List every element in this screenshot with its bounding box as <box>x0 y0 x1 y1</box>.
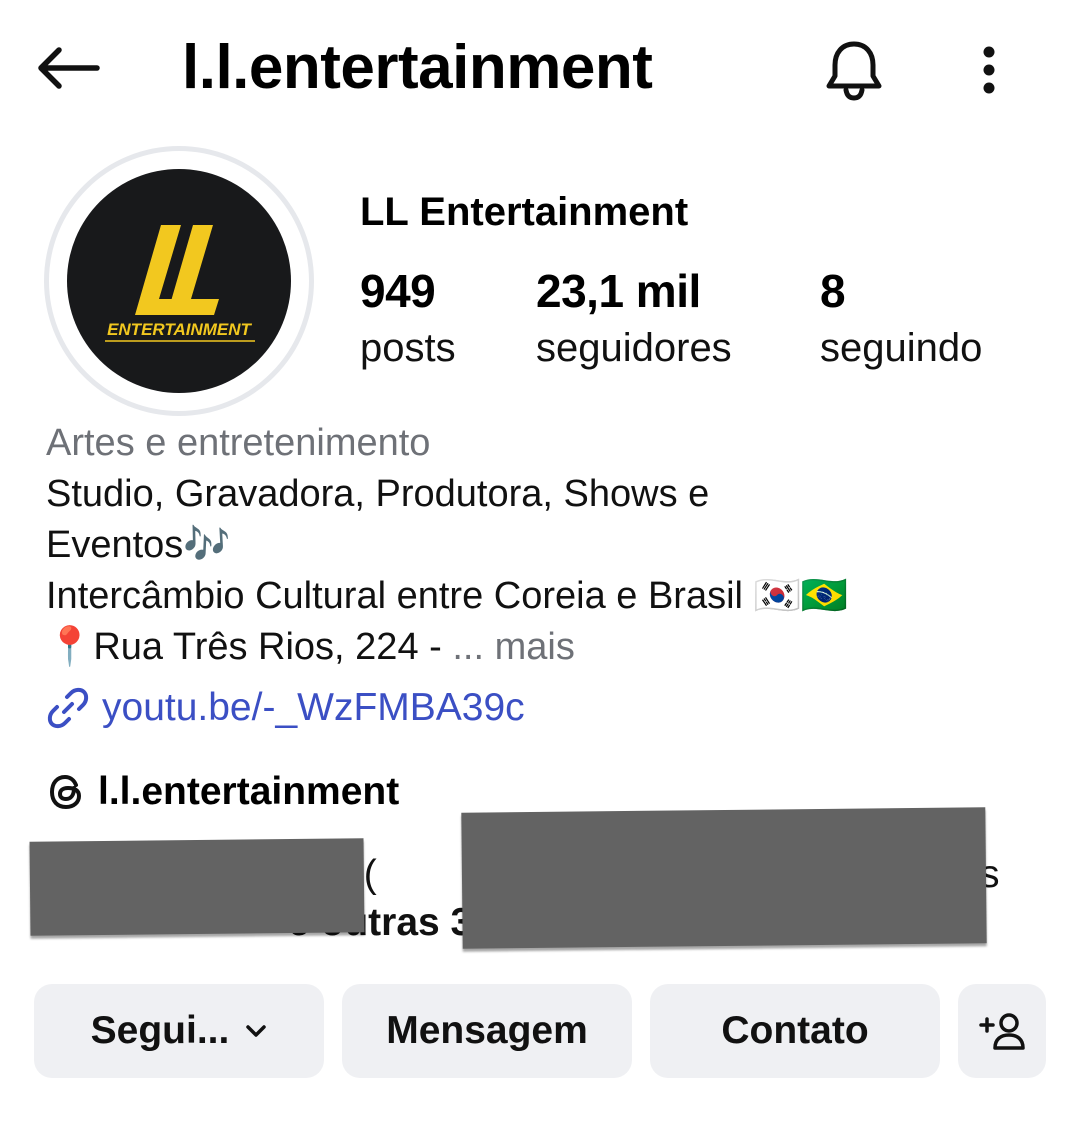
chevron-down-icon <box>245 1024 267 1038</box>
threads-icon <box>46 771 88 813</box>
bio: Artes e entretenimento Studio, Gravadora… <box>46 418 1046 673</box>
bio-line: Studio, Gravadora, Produtora, Shows e <box>46 473 710 515</box>
bell-icon <box>826 41 882 101</box>
threads-badge[interactable]: l.l.entertainment <box>46 766 399 818</box>
stat-posts[interactable]: 949 posts <box>360 262 456 376</box>
bio-line: Intercâmbio Cultural entre Coreia e Bras… <box>46 575 849 617</box>
logo-text: ENTERTAINMENT <box>107 320 252 339</box>
profile-display-name: LL Entertainment <box>360 190 689 234</box>
notifications-button[interactable] <box>816 36 892 104</box>
top-bar: l.l.entertainment <box>0 0 1080 140</box>
add-person-icon <box>979 1013 1025 1050</box>
bio-link[interactable]: youtu.be/-_WzFMBA39c <box>46 682 525 734</box>
bio-address-text: 📍Rua Três Rios, 224 - <box>46 626 453 668</box>
stat-followers[interactable]: 23,1 mil seguidores <box>536 262 732 376</box>
more-vertical-icon <box>983 46 995 94</box>
suggested-users-button[interactable] <box>958 984 1046 1078</box>
bio-line: Eventos🎶 <box>46 524 231 566</box>
profile-category: Artes e entretenimento <box>46 422 431 464</box>
stat-label: seguindo <box>820 326 983 370</box>
avatar[interactable]: ENTERTAINMENT <box>67 169 291 393</box>
link-icon <box>46 686 90 730</box>
threads-handle: l.l.entertainment <box>98 770 400 813</box>
following-button[interactable]: Segui... <box>34 984 324 1078</box>
stat-value: 23,1 mil <box>536 265 701 317</box>
redaction-block <box>29 838 365 936</box>
contact-button[interactable]: Contato <box>650 984 940 1078</box>
redaction-block <box>461 807 987 949</box>
following-label: Segui... <box>90 1009 230 1052</box>
arrow-left-icon <box>38 47 100 89</box>
stat-following[interactable]: 8 seguindo <box>820 262 982 376</box>
bio-link-text[interactable]: youtu.be/-_WzFMBA39c <box>102 682 525 734</box>
stat-label: seguidores <box>536 326 732 370</box>
bio-line-address: 📍Rua Três Rios, 224 - ... mais <box>46 622 1046 673</box>
ll-entertainment-logo: ENTERTAINMENT <box>105 225 255 342</box>
bio-more-link[interactable]: ... mais <box>452 626 574 668</box>
stat-value: 8 <box>820 265 846 317</box>
message-button[interactable]: Mensagem <box>342 984 632 1078</box>
stat-label: posts <box>360 326 456 370</box>
page-title: l.l.entertainment <box>182 33 653 102</box>
more-options-button[interactable] <box>964 36 1014 104</box>
back-button[interactable] <box>30 38 106 98</box>
stat-value: 949 <box>360 265 436 317</box>
